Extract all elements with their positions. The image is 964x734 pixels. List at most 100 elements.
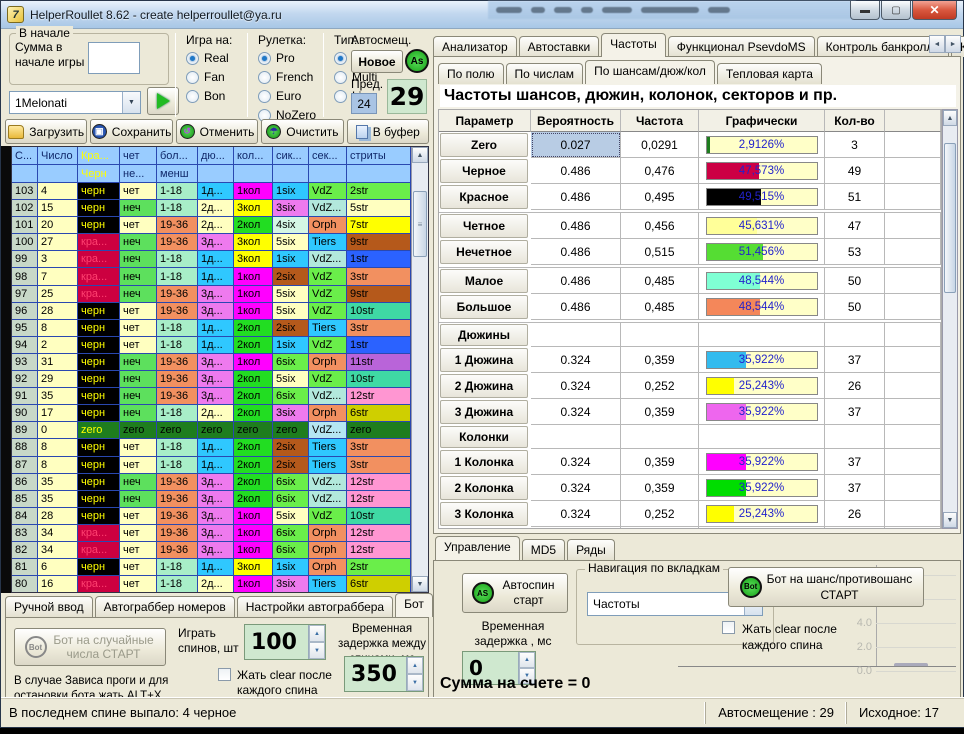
up-icon[interactable]: ▲ (519, 652, 535, 668)
table-row[interactable]: 8535черннеч19-363д...2кол6sixVdZ...12str (12, 491, 411, 508)
tab-control-2[interactable]: Ряды (567, 539, 615, 560)
stats-param-label[interactable]: 2 Дюжина (440, 374, 528, 398)
stats-row[interactable]: Черное0.4860,47647,573%49 (439, 158, 941, 184)
radio-icon[interactable] (258, 90, 271, 103)
stats-param-label[interactable]: Большое (440, 295, 528, 319)
column-header[interactable]: чет (120, 147, 157, 165)
stats-row[interactable]: Малое0.4860,48548,544%50 (439, 268, 941, 294)
stats-probability-cell[interactable]: 0.324 (531, 373, 621, 399)
stats-row[interactable]: 1 Дюжина0.3240,35935,922%37 (439, 347, 941, 373)
radio-icon[interactable] (186, 90, 199, 103)
chance-bot-start-button[interactable]: Bot Бот на шанс/противошанс СТАРТ (728, 567, 924, 607)
stats-row[interactable]: 2 Дюжина0.3240,25225,243%26 (439, 373, 941, 399)
table-row[interactable]: 8234кра...чет19-363д...1кол6sixOrph12str (12, 542, 411, 559)
column-header[interactable] (38, 165, 78, 183)
frequencies-scrollbar[interactable]: ▲ ▼ (942, 109, 958, 529)
tab-main-2[interactable]: Частоты (601, 33, 666, 57)
tab-input-2[interactable]: Настройки автограббера (237, 596, 393, 617)
table-row[interactable]: 890zerozerozerozerozerozeroVdZ...zero (12, 422, 411, 439)
column-header[interactable]: менш (157, 165, 198, 183)
column-header[interactable] (309, 165, 347, 183)
table-row[interactable]: 9135черннеч19-363д...2кол6sixVdZ...12str (12, 388, 411, 405)
stats-param-label[interactable]: 2 Колонка (440, 476, 528, 500)
stats-param-label[interactable]: Красное (440, 185, 528, 209)
radio-real[interactable]: Real (186, 51, 232, 65)
radio-icon[interactable] (258, 71, 271, 84)
stats-probability-cell[interactable]: 0.324 (531, 399, 621, 425)
column-header[interactable]: Кра... (78, 147, 120, 165)
stepper-buttons[interactable]: ▲▼ (406, 657, 423, 691)
stats-probability-cell[interactable]: 0.324 (531, 501, 621, 527)
column-header[interactable]: кол... (234, 147, 273, 165)
column-header[interactable]: Черн (78, 165, 120, 183)
tab-main-0[interactable]: Анализатор (433, 36, 517, 57)
table-row[interactable]: 8016кра...чет1-182д...1кол3sixTiers6str (12, 576, 411, 592)
down-icon[interactable]: ▼ (309, 642, 325, 659)
tab-sub-3[interactable]: Тепловая карта (717, 63, 822, 84)
toolbar-save-button[interactable]: ▣Сохранить (90, 119, 172, 144)
spins-table-scrollbar[interactable]: ▲ ≡ ▼ (411, 147, 428, 592)
spins-count-stepper[interactable]: 100 ▲▼ (244, 624, 326, 660)
stats-param-label[interactable]: 3 Колонка (440, 502, 528, 526)
table-row[interactable]: 8428чернчет19-363д...1кол5sixVdZ10str (12, 508, 411, 525)
stats-row[interactable]: Красное0.4860,49549,515%51 (439, 184, 941, 210)
tabs-right-icon[interactable]: ► (945, 35, 961, 53)
start-sum-input[interactable] (88, 42, 140, 74)
table-row[interactable]: 10027кра...неч19-363д...3кол5sixTiers9st… (12, 234, 411, 251)
stats-param-label[interactable]: 1 Дюжина (440, 348, 528, 372)
tab-main-3[interactable]: Функционал PsevdoMS (668, 36, 815, 57)
radio-pro[interactable]: Pro (258, 51, 316, 65)
tab-control-0[interactable]: Управление (435, 536, 520, 560)
stats-row[interactable]: Нечетное0.4860,51551,456%53 (439, 239, 941, 265)
tab-sub-2[interactable]: По шансам/дюж/кол (585, 60, 715, 84)
stats-probability-cell[interactable]: 0.486 (531, 268, 621, 294)
tab-input-3[interactable]: Бот (395, 593, 433, 617)
clear-after-spin-option[interactable]: Жать clear после каждого спина (218, 668, 338, 698)
up-icon[interactable]: ▲ (309, 625, 325, 642)
column-header[interactable]: сек... (309, 147, 347, 165)
stats-param-label[interactable]: 3 Дюжина (440, 400, 528, 424)
table-row[interactable]: 10120чернчет19-362д...2кол4sixOrph7str (12, 217, 411, 234)
stats-row[interactable]: Zero0.0270,02912,9126%3 (439, 132, 941, 158)
toolbar-copy-button[interactable]: В буфер (347, 119, 429, 144)
table-row[interactable]: 9229черннеч19-363д...2кол5sixVdZ10str (12, 371, 411, 388)
resize-grip[interactable] (951, 698, 964, 727)
radio-icon[interactable] (186, 71, 199, 84)
table-row[interactable]: 9628чернчет19-363д...1кол5sixVdZ10str (12, 303, 411, 320)
stats-probability-cell[interactable]: 0.324 (531, 475, 621, 501)
table-row[interactable]: 9331черннеч19-363д...1кол6sixOrph11str (12, 354, 411, 371)
stats-probability-cell[interactable]: 0.486 (531, 158, 621, 184)
spin-delay-stepper[interactable]: 350 ▲▼ (344, 656, 424, 692)
tab-input-1[interactable]: Автограббер номеров (95, 596, 235, 617)
stepper-buttons[interactable]: ▲▼ (308, 625, 325, 659)
stats-row[interactable]: 3 Дюжина0.3240,35935,922%37 (439, 399, 941, 425)
column-header[interactable]: сик... (273, 147, 309, 165)
scrollbar-thumb[interactable]: ≡ (413, 191, 427, 257)
autospin-start-button[interactable]: AS Автоспин старт (462, 573, 568, 613)
stats-row[interactable]: 1 Колонка0.3240,35935,922%37 (439, 449, 941, 475)
radio-icon[interactable] (334, 90, 347, 103)
radio-icon[interactable] (334, 71, 347, 84)
tab-input-0[interactable]: Ручной ввод (5, 596, 93, 617)
new-button[interactable]: Новое (351, 50, 403, 73)
clear-after-spin-checkbox[interactable] (218, 668, 231, 681)
table-row[interactable]: 993кра...неч1-181д...3кол1sixVdZ...1str (12, 251, 411, 268)
scroll-down-icon[interactable]: ▼ (943, 512, 957, 528)
down-icon[interactable]: ▼ (407, 674, 423, 691)
stats-probability-cell[interactable]: 0.486 (531, 184, 621, 210)
radio-french[interactable]: French (258, 70, 316, 84)
stats-probability-cell[interactable]: 0.324 (531, 449, 621, 475)
tab-sub-1[interactable]: По числам (506, 63, 584, 84)
column-header[interactable] (198, 165, 234, 183)
close-button[interactable]: ✕ (912, 1, 957, 20)
table-row[interactable]: 816чернчет1-181д...3кол1sixOrph2str (12, 559, 411, 576)
stats-probability-cell[interactable]: 0.027 (531, 132, 621, 158)
table-row[interactable]: 9017черннеч1-182д...2кол3sixOrph6str (12, 405, 411, 422)
toolbar-clear-button[interactable]: ☂Очистить (261, 119, 343, 144)
table-row[interactable]: 958чернчет1-181д...2кол2sixTiers3str (12, 320, 411, 337)
chevron-down-icon[interactable]: ▼ (122, 92, 140, 113)
up-icon[interactable]: ▲ (407, 657, 423, 674)
table-row[interactable]: 9725кра...неч19-363д...1кол5sixVdZ9str (12, 286, 411, 303)
maximize-button[interactable]: ▢ (881, 1, 911, 20)
stats-probability-cell[interactable]: 0.486 (531, 294, 621, 320)
